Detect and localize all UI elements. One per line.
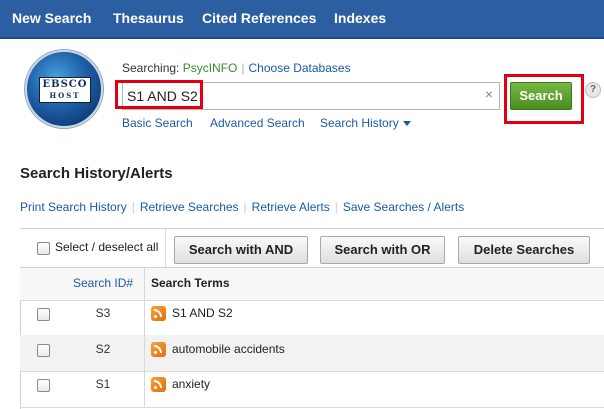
search-input[interactable] — [127, 86, 467, 106]
search-with-and-button[interactable]: Search with AND — [174, 236, 308, 264]
separator: | — [334, 200, 338, 214]
logo-text-host: HOST — [49, 91, 81, 100]
column-header-search-id[interactable]: Search ID# — [73, 276, 133, 290]
delete-searches-button[interactable]: Delete Searches — [458, 236, 590, 264]
search-with-or-button[interactable]: Search with OR — [320, 236, 445, 264]
searching-line: Searching: PsycINFO | Choose Databases — [122, 61, 351, 75]
search-term[interactable]: S1 AND S2 — [172, 306, 233, 320]
database-name: PsycINFO — [182, 61, 238, 75]
select-all-checkbox[interactable] — [37, 242, 50, 255]
basic-search-link[interactable]: Basic Search — [122, 116, 193, 130]
nav-new-search[interactable]: New Search — [12, 10, 91, 26]
search-history-toggle[interactable]: Search History — [320, 116, 411, 130]
separator: | — [243, 200, 247, 214]
rss-icon[interactable] — [151, 306, 166, 321]
toolbar-divider — [165, 229, 166, 267]
save-searches-alerts-link[interactable]: Save Searches / Alerts — [343, 200, 464, 214]
retrieve-alerts-link[interactable]: Retrieve Alerts — [252, 200, 330, 214]
column-header-search-terms: Search Terms — [151, 276, 230, 290]
search-id: S2 — [95, 342, 111, 356]
row-checkbox[interactable] — [37, 344, 50, 357]
separator: | — [131, 200, 135, 214]
clear-icon[interactable]: × — [485, 86, 493, 102]
search-id: S1 — [95, 377, 111, 391]
column-divider — [144, 267, 145, 407]
nav-cited-references[interactable]: Cited References — [202, 10, 316, 26]
search-term[interactable]: automobile accidents — [172, 342, 285, 356]
search-id: S3 — [95, 306, 111, 320]
nav-indexes[interactable]: Indexes — [334, 10, 386, 26]
retrieve-searches-link[interactable]: Retrieve Searches — [140, 200, 239, 214]
row-checkbox[interactable] — [37, 308, 50, 321]
help-icon[interactable]: ? — [585, 82, 601, 98]
advanced-search-link[interactable]: Advanced Search — [210, 116, 305, 130]
ebsco-host-logo[interactable]: EBSCO HOST — [25, 50, 103, 128]
logo-text-ebsco: EBSCO — [42, 79, 88, 90]
rss-icon[interactable] — [151, 377, 166, 392]
search-history-label: Search History — [320, 116, 399, 130]
row-checkbox[interactable] — [37, 379, 50, 392]
print-search-history-link[interactable]: Print Search History — [20, 200, 127, 214]
section-title: Search History/Alerts — [20, 165, 173, 182]
choose-databases-link[interactable]: Choose Databases — [249, 61, 351, 75]
search-term[interactable]: anxiety — [172, 377, 210, 391]
select-all-label: Select / deselect all — [55, 240, 159, 254]
top-navigation-bar: New Search Thesaurus Cited References In… — [0, 0, 604, 39]
searching-label: Searching: — [122, 61, 180, 75]
logo-plate: EBSCO HOST — [39, 77, 91, 103]
chevron-down-icon — [402, 121, 411, 127]
search-button[interactable]: Search — [510, 82, 572, 110]
history-links: Print Search History | Retrieve Searches | R… — [20, 200, 464, 214]
search-box: × — [122, 82, 500, 110]
nav-thesaurus[interactable]: Thesaurus — [113, 10, 184, 26]
rss-icon[interactable] — [151, 342, 166, 357]
separator: | — [241, 61, 245, 75]
